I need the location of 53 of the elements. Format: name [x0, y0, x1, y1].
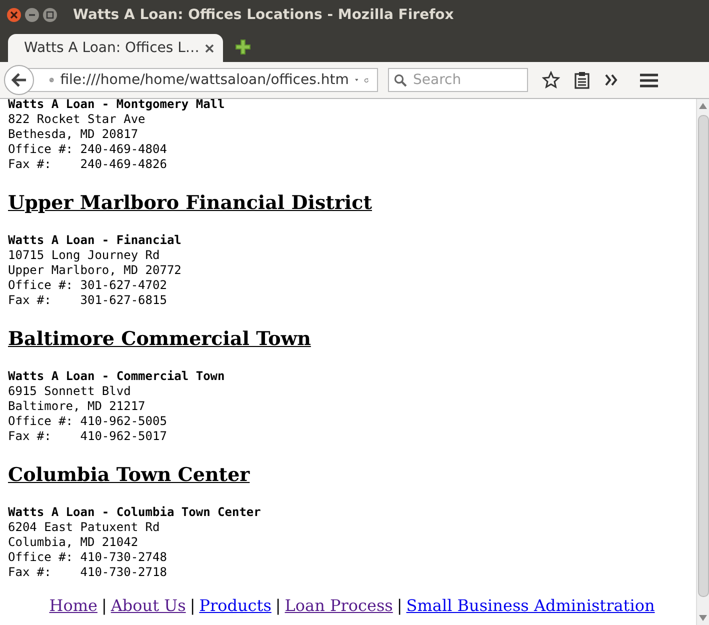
- back-button[interactable]: [4, 65, 34, 95]
- office-detail: Fax #: 240-469-4826: [8, 157, 168, 172]
- close-icon[interactable]: [205, 44, 214, 52]
- clipboard-icon[interactable]: [574, 71, 590, 89]
- office-detail: Office #: 410-730-2748: [8, 550, 168, 565]
- office-detail: Fax #: 301-627-6815: [8, 293, 168, 308]
- office-detail: 6204 East Patuxent Rd: [8, 520, 161, 535]
- star-icon[interactable]: [542, 71, 560, 89]
- office-detail: Upper Marlboro, MD 20772: [8, 263, 182, 278]
- minimize-icon[interactable]: [25, 8, 39, 22]
- address-bar[interactable]: file:///home/home/wattsaloan/offices.htm: [28, 68, 378, 92]
- browser-tab[interactable]: Watts A Loan: Offices L…: [8, 34, 223, 62]
- office-detail: Bethesda, MD 20817: [8, 127, 140, 142]
- office-detail: Fax #: 410-730-2718: [8, 565, 168, 580]
- separator: |: [275, 596, 281, 615]
- separator: |: [190, 596, 196, 615]
- office-name: Watts A Loan - Montgomery Mall: [8, 99, 226, 112]
- search-field[interactable]: Search: [388, 68, 528, 92]
- plus-icon[interactable]: [235, 39, 251, 55]
- office-detail: Columbia, MD 21042: [8, 535, 140, 550]
- office-detail: Baltimore, MD 21217: [8, 399, 146, 414]
- office-detail: 6915 Sonnett Blvd: [8, 384, 132, 399]
- maximize-icon[interactable]: [43, 8, 57, 22]
- office-detail: Fax #: 410-962-5017: [8, 429, 168, 444]
- back-arrow-icon: [11, 73, 27, 87]
- dropdown-icon[interactable]: [354, 77, 358, 83]
- separator: |: [396, 596, 402, 615]
- down-arrow-icon[interactable]: [699, 615, 707, 621]
- up-arrow-icon[interactable]: [699, 103, 707, 109]
- footer-link[interactable]: Products: [199, 596, 272, 615]
- office-name: Watts A Loan - Commercial Town: [8, 369, 226, 384]
- menu-icon[interactable]: [640, 72, 658, 88]
- footer-link[interactable]: Loan Process: [284, 596, 393, 615]
- footer-link[interactable]: Small Business Administration: [406, 596, 655, 615]
- chevron-icon[interactable]: [604, 74, 618, 86]
- section-heading: Columbia Town Center: [8, 464, 251, 486]
- office-detail: Office #: 410-962-5005: [8, 414, 168, 429]
- office-detail: 10715 Long Journey Rd: [8, 248, 161, 263]
- office-name: Watts A Loan - Financial: [8, 233, 182, 248]
- scrollbar-thumb[interactable]: [698, 115, 708, 597]
- footer-link[interactable]: Home: [49, 596, 98, 615]
- search-icon: [394, 74, 407, 87]
- scrollbar[interactable]: [696, 99, 709, 625]
- section-heading: Baltimore Commercial Town: [8, 328, 312, 350]
- office-detail: 822 Rocket Star Ave: [8, 112, 146, 127]
- close-icon[interactable]: [7, 8, 21, 22]
- office-name: Watts A Loan - Columbia Town Center: [8, 505, 262, 520]
- window-title: Watts A Loan: Offices Locations - Mozilla Firefox: [73, 7, 454, 23]
- section-heading: Upper Marlboro Financial District: [8, 192, 373, 214]
- office-detail: Office #: 240-469-4804: [8, 142, 168, 157]
- office-detail: Office #: 301-627-4702: [8, 278, 168, 293]
- footer-link[interactable]: About Us: [110, 596, 186, 615]
- separator: |: [101, 596, 107, 615]
